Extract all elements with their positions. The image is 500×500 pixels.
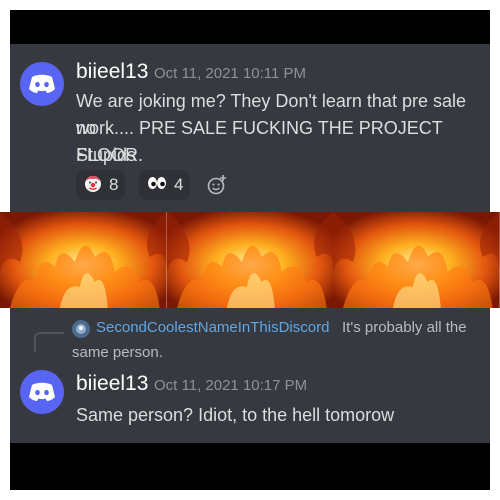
message-author[interactable]: biieel13 — [76, 372, 148, 396]
clown-face-icon — [83, 173, 103, 198]
fire-icon — [0, 212, 167, 308]
reply-text-line-1[interactable]: It's probably all the — [342, 319, 467, 336]
reaction-count: 8 — [109, 175, 119, 194]
discord-logo-icon[interactable] — [20, 62, 64, 106]
bottom-black-bar — [10, 443, 490, 490]
fire-image-strip — [0, 212, 500, 308]
message-timestamp: Oct 11, 2021 10:17 PM — [154, 377, 308, 394]
message-text: Same person? Idiot, to the hell tomorow — [76, 405, 395, 425]
reply-connector — [34, 332, 64, 352]
reaction-count: 4 — [174, 175, 184, 194]
discord-logo-icon[interactable] — [20, 370, 64, 414]
reaction-eyes[interactable]: 4 — [139, 170, 191, 200]
fire-icon — [333, 212, 500, 308]
message-panel-1: biieel13 Oct 11, 2021 10:11 PM We are jo… — [10, 44, 490, 212]
message-panel-2: SecondCoolestNameInThisDiscord It's prob… — [10, 308, 490, 443]
top-black-bar — [10, 10, 490, 44]
message-timestamp: Oct 11, 2021 10:11 PM — [154, 65, 307, 82]
reply-avatar[interactable] — [72, 320, 90, 338]
reply-author[interactable]: SecondCoolestNameInThisDiscord — [96, 319, 329, 336]
eyes-icon — [146, 173, 168, 198]
add-reaction-icon[interactable] — [206, 174, 228, 201]
message-author[interactable]: biieel13 — [76, 60, 148, 84]
reply-text-line-2[interactable]: same person. — [72, 344, 163, 361]
message-line-2: work.... PRE SALE FUCKING THE PROJECT FL… — [76, 118, 443, 165]
reaction-clown[interactable]: 8 — [76, 170, 126, 200]
message-line-3: Stupids — [76, 145, 137, 165]
fire-icon — [166, 212, 334, 308]
